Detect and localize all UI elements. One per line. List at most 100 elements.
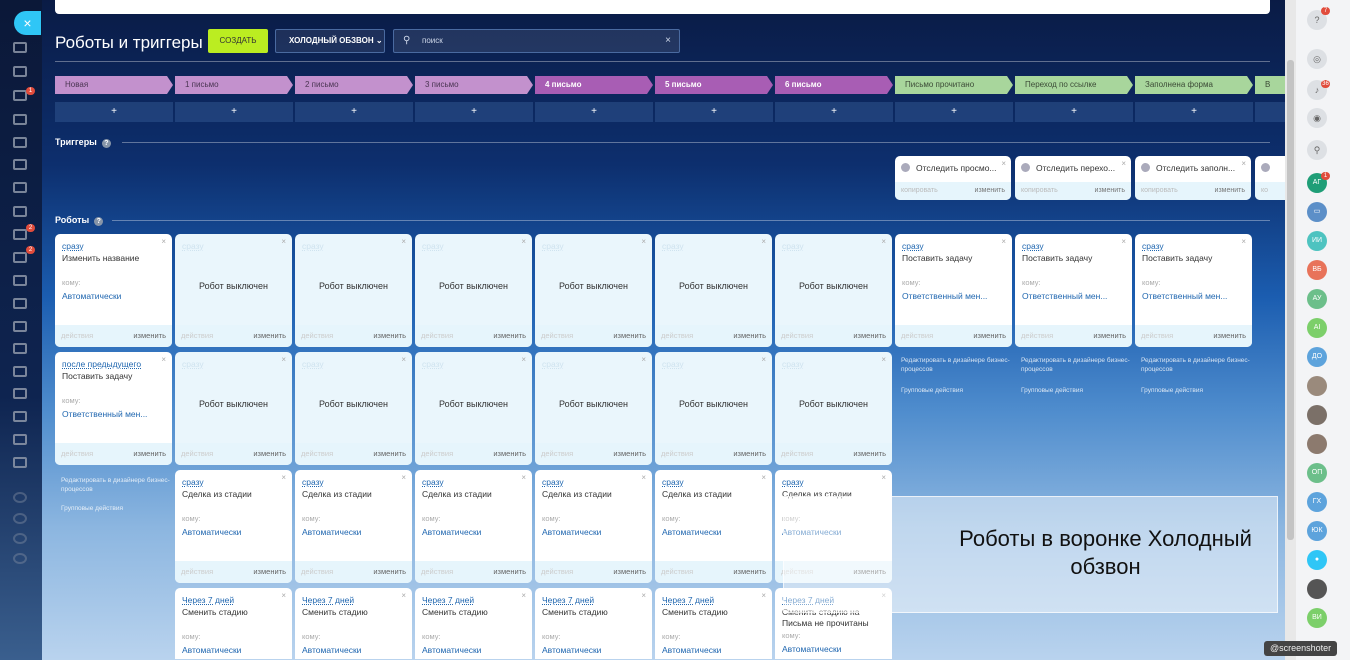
edit-link[interactable]: изменить bbox=[613, 561, 646, 583]
edit-link[interactable]: изменить bbox=[853, 325, 886, 347]
scrollbar-thumb[interactable] bbox=[1287, 60, 1294, 540]
robot-to-value[interactable]: Автоматически bbox=[182, 645, 241, 655]
actions-link[interactable]: действия bbox=[61, 449, 93, 458]
actions-link[interactable]: действия bbox=[181, 567, 213, 576]
close-icon[interactable]: × bbox=[521, 591, 526, 600]
actions-link[interactable]: действия bbox=[661, 331, 693, 340]
close-icon[interactable]: × bbox=[1121, 159, 1126, 168]
group-actions-link[interactable]: Групповые действия bbox=[901, 386, 1011, 395]
actions-link[interactable]: действия bbox=[901, 331, 933, 340]
robot-delay[interactable]: сразу bbox=[782, 241, 804, 251]
sidebar-icon-0[interactable] bbox=[13, 42, 27, 53]
robot-delay[interactable]: сразу bbox=[302, 477, 324, 487]
close-icon[interactable]: × bbox=[641, 473, 646, 482]
robot-delay[interactable]: Через 7 дней bbox=[542, 595, 594, 605]
actions-link[interactable]: действия bbox=[61, 331, 93, 340]
add-robot-button[interactable]: + bbox=[775, 102, 893, 122]
robot-delay[interactable]: сразу bbox=[302, 359, 324, 369]
actions-link[interactable]: действия bbox=[661, 567, 693, 576]
funnel-select[interactable]: ХОЛОДНЫЙ ОБЗВОН ⌄ bbox=[275, 29, 385, 53]
close-icon[interactable]: × bbox=[1001, 159, 1006, 168]
user-avatar[interactable]: АI bbox=[1307, 318, 1327, 338]
sidebar-icon-16[interactable] bbox=[13, 411, 27, 422]
robot-delay[interactable]: сразу bbox=[782, 359, 804, 369]
stage-6[interactable]: 6 письмо bbox=[775, 76, 893, 94]
user-avatar[interactable]: ОП bbox=[1307, 463, 1327, 483]
robot-delay[interactable]: сразу bbox=[902, 241, 924, 251]
robot-card[interactable]: × сразу Робот выключен действия изменить bbox=[535, 352, 652, 465]
actions-link[interactable]: действия bbox=[1141, 331, 1173, 340]
user-avatar[interactable]: ВБ bbox=[1307, 260, 1327, 280]
sidebar-icon-14[interactable] bbox=[13, 366, 27, 377]
sidebar-icon-13[interactable] bbox=[13, 343, 27, 354]
robot-to-value[interactable]: Автоматически bbox=[542, 527, 601, 537]
close-icon[interactable]: × bbox=[401, 473, 406, 482]
edit-link[interactable]: изменить bbox=[493, 325, 526, 347]
close-icon[interactable]: × bbox=[161, 355, 166, 364]
close-icon[interactable]: × bbox=[881, 355, 886, 364]
edit-link[interactable]: изменить bbox=[613, 325, 646, 347]
robot-delay[interactable]: Через 7 дней bbox=[302, 595, 354, 605]
actions-link[interactable]: действия bbox=[301, 449, 333, 458]
robot-card[interactable]: × сразу Сделка из стадии кому: Автоматически… bbox=[535, 470, 652, 583]
robot-card[interactable]: × сразу Робот выключен действия изменить bbox=[655, 352, 772, 465]
clear-search-icon[interactable]: × bbox=[665, 30, 671, 52]
close-icon[interactable]: × bbox=[281, 355, 286, 364]
edit-link[interactable]: изменить bbox=[973, 325, 1006, 347]
robot-delay[interactable]: сразу bbox=[422, 241, 444, 251]
actions-link[interactable]: действия bbox=[181, 449, 213, 458]
trigger-card[interactable]: Отследить просмо... × копировать изменить bbox=[895, 156, 1011, 200]
robot-delay[interactable]: сразу bbox=[422, 477, 444, 487]
stage-8[interactable]: Переход по ссылке bbox=[1015, 76, 1133, 94]
robot-card[interactable]: × сразу Робот выключен действия изменить bbox=[415, 234, 532, 347]
robot-delay[interactable]: сразу bbox=[182, 241, 204, 251]
close-icon[interactable]: × bbox=[641, 237, 646, 246]
trigger-card[interactable]: ×ко bbox=[1255, 156, 1285, 200]
user-avatar[interactable]: ● bbox=[1307, 550, 1327, 570]
robot-to-value[interactable]: Автоматически bbox=[662, 527, 721, 537]
actions-link[interactable]: действия bbox=[541, 449, 573, 458]
robot-delay[interactable]: сразу bbox=[182, 359, 204, 369]
group-actions-link[interactable]: Групповые действия bbox=[1141, 386, 1251, 395]
robot-card[interactable]: × Через 7 дней Сменить стадию кому: Автомати… bbox=[535, 588, 652, 659]
actions-link[interactable]: действия bbox=[661, 449, 693, 458]
robot-card[interactable]: × сразу Поставить задачу кому: Ответственный… bbox=[1135, 234, 1252, 347]
close-icon[interactable]: × bbox=[401, 355, 406, 364]
robot-to-value[interactable]: Автоматически bbox=[782, 644, 841, 654]
edit-link[interactable]: изменить bbox=[133, 443, 166, 465]
robot-to-value[interactable]: Ответственный мен... bbox=[62, 409, 147, 419]
user-avatar[interactable] bbox=[1307, 579, 1327, 599]
robot-delay[interactable]: сразу bbox=[542, 359, 564, 369]
robot-card[interactable]: × после предыдущего Поставить задачу кому: О… bbox=[55, 352, 172, 465]
trigger-card[interactable]: Отследить перехо... × копировать изменить bbox=[1015, 156, 1131, 200]
edit-link[interactable]: изменить bbox=[373, 561, 406, 583]
close-slider-button[interactable]: × bbox=[14, 11, 41, 35]
stage-1[interactable]: 1 письмо bbox=[175, 76, 293, 94]
robot-delay[interactable]: сразу bbox=[1022, 241, 1044, 251]
sidebar-icon-22[interactable] bbox=[13, 553, 27, 564]
activity-icon[interactable]: ◎ bbox=[1307, 49, 1327, 69]
robot-card[interactable]: × сразу Сделка из стадии кому: Автоматически… bbox=[655, 470, 772, 583]
user-avatar[interactable] bbox=[1307, 376, 1327, 396]
robot-to-value[interactable]: Автоматически bbox=[302, 527, 361, 537]
robot-card[interactable]: × сразу Поставить задачу кому: Ответственный… bbox=[1015, 234, 1132, 347]
robot-delay[interactable]: сразу bbox=[422, 359, 444, 369]
designer-link[interactable]: Редактировать в дизайнере бизнес-процесс… bbox=[1141, 356, 1251, 374]
robot-card[interactable]: × сразу Сделка из стадии кому: Автоматически… bbox=[175, 470, 292, 583]
close-icon[interactable]: × bbox=[281, 237, 286, 246]
trigger-card[interactable]: Отследить заполн... × копировать изменить bbox=[1135, 156, 1251, 200]
robot-card[interactable]: × сразу Робот выключен действия изменить bbox=[775, 352, 892, 465]
edit-link[interactable]: изменить bbox=[253, 561, 286, 583]
stage-7[interactable]: Письмо прочитано bbox=[895, 76, 1013, 94]
edit-link[interactable]: изменить bbox=[493, 443, 526, 465]
add-robot-button[interactable]: + bbox=[1255, 102, 1285, 122]
stage-4[interactable]: 4 письмо bbox=[535, 76, 653, 94]
sidebar-icon-1[interactable] bbox=[13, 66, 27, 77]
robot-delay[interactable]: Через 7 дней bbox=[422, 595, 474, 605]
robot-card[interactable]: × сразу Робот выключен действия изменить bbox=[775, 234, 892, 347]
robot-to-value[interactable]: Автоматически bbox=[62, 291, 121, 301]
user-avatar[interactable]: ДО bbox=[1307, 347, 1327, 367]
sidebar-icon-2[interactable] bbox=[13, 90, 27, 101]
robot-card[interactable]: × сразу Поставить задачу кому: Ответственный… bbox=[895, 234, 1012, 347]
designer-link[interactable]: Редактировать в дизайнере бизнес-процесс… bbox=[901, 356, 1011, 374]
